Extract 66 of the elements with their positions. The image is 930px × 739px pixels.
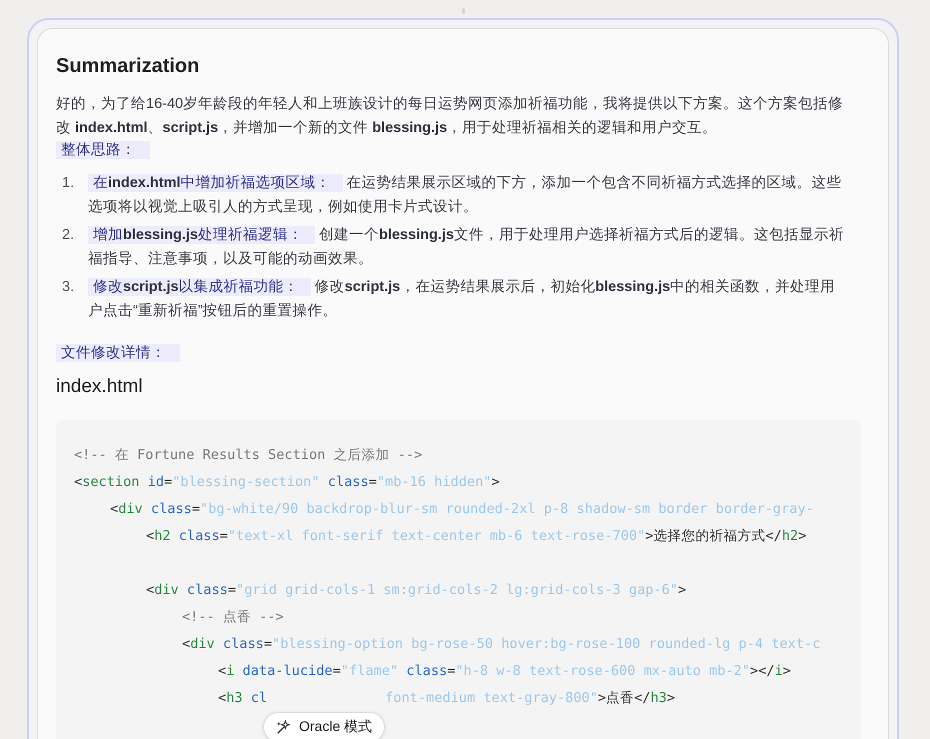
code-string: "text-xl font-serif text-center mb-6 text-rose-700" [228,528,646,544]
code-text: = [368,474,377,490]
code-tag: div [190,636,215,652]
section-label: 整体思路： [56,141,150,159]
code-text: = [164,474,172,490]
code-text: = [220,528,228,544]
code-string: "flame" [340,663,398,679]
code-tag: h3 [650,690,667,706]
code-text: > [798,528,806,544]
code-string: font-medium text-gray-800" [385,690,598,706]
sparkle-wand-icon [276,720,291,734]
code-text: < [146,528,154,544]
code-tag: section [82,474,140,490]
code-tag: i [226,663,234,679]
code-attribute: class [178,528,220,544]
code-text: = [192,501,200,517]
step-number: 2. [62,226,76,245]
code-attribute: id [146,474,164,490]
code-tag: i [774,663,783,679]
code-text: > [666,690,676,706]
code-text: < [218,690,226,706]
code-attribute: class [186,582,228,598]
code-text: = [264,636,272,652]
summary-heading: Summarization [56,55,200,78]
code-tag: h2 [154,528,171,544]
step-number: 1. [62,174,76,193]
step-text: 修改script.js以集成祈福功能： 修改script.js，在运势结果展示后，初始化blessing.js中的相关函数，并处理用户点击“重新祈福”按钮后的重置操作。 [88,277,836,321]
code-attribute: class [326,474,369,490]
code-tag: h2 [782,528,798,544]
code-attribute: cl [250,690,268,706]
oracle-mode-button[interactable]: Oracle 模式 [263,712,386,739]
step-text: 在index.html中增加祈福选项区域： 在运势结果展示区域的下方，添加一个包含不同祈福方式选择的区域。这些选项将以视觉上吸引人的方式呈现，例如使用卡片式设计。 [88,173,843,217]
code-attribute: class [222,636,264,652]
code-text: = [228,582,236,598]
code-comment: <!-- 在 Fortune Results Section 之后添加 --> [74,447,422,463]
code-tag: div [118,501,143,517]
code-text: < [146,582,154,598]
code-text: > [782,663,791,679]
code-string: "h-8 w-8 text-rose-600 mx-auto mb-2" [455,663,750,679]
code-text: < [218,663,226,679]
code-comment: <!-- 点香 --> [182,609,284,625]
code-text: ></ [750,663,775,679]
code-attribute: class [405,663,448,679]
code-attribute: data-lucide [242,663,333,679]
code-text: < [110,501,118,517]
code-text: < [74,474,82,490]
file-heading: index.html [56,376,144,398]
code-text: > [491,474,500,490]
code-text: >选择您的祈福方式</ [645,528,782,544]
code-string: "blessing-option bg-rose-50 hover:bg-rose-100 rounded-lg p-4 text-c [272,636,820,652]
code-tag: h3 [226,690,243,706]
code-text: < [182,636,190,652]
code-text: > [678,582,686,598]
code-text: = [447,663,456,679]
step-number: 3. [62,278,76,297]
code-string: "bg-white/90 backdrop-blur-sm rounded-2xl p-8 shadow-sm border border-gray- [200,501,814,517]
step-text: 增加blessing.js处理祈福逻辑： 创建一个blessing.js文件，用于处理用户选择祈福方式后的逻辑。这包括显示祈福指导、注意事项，以及可能的动画效果。 [88,225,845,269]
code-string: "blessing-section" [172,474,320,490]
code-attribute: class [150,501,192,517]
code-string: "mb-16 hidden" [376,474,492,490]
code-text: = [332,663,341,679]
intro-paragraph: 好的，为了给16-40岁年龄段的年轻人和上班族设计的每日运势网页添加祈福功能，我将提供以下方案。这个方案包括修改 index.html、script.js，并增加一个新的文件 blessing.js，用于处理祈福相关的逻辑和用户交互。 [56,94,844,138]
code-text: >点香</ [598,690,650,706]
code-tag: div [154,582,179,598]
section-label: 文件修改详情： [56,344,180,362]
code-string: "grid grid-cols-1 sm:grid-cols-2 lg:grid-cols-3 gap-6" [236,582,678,598]
